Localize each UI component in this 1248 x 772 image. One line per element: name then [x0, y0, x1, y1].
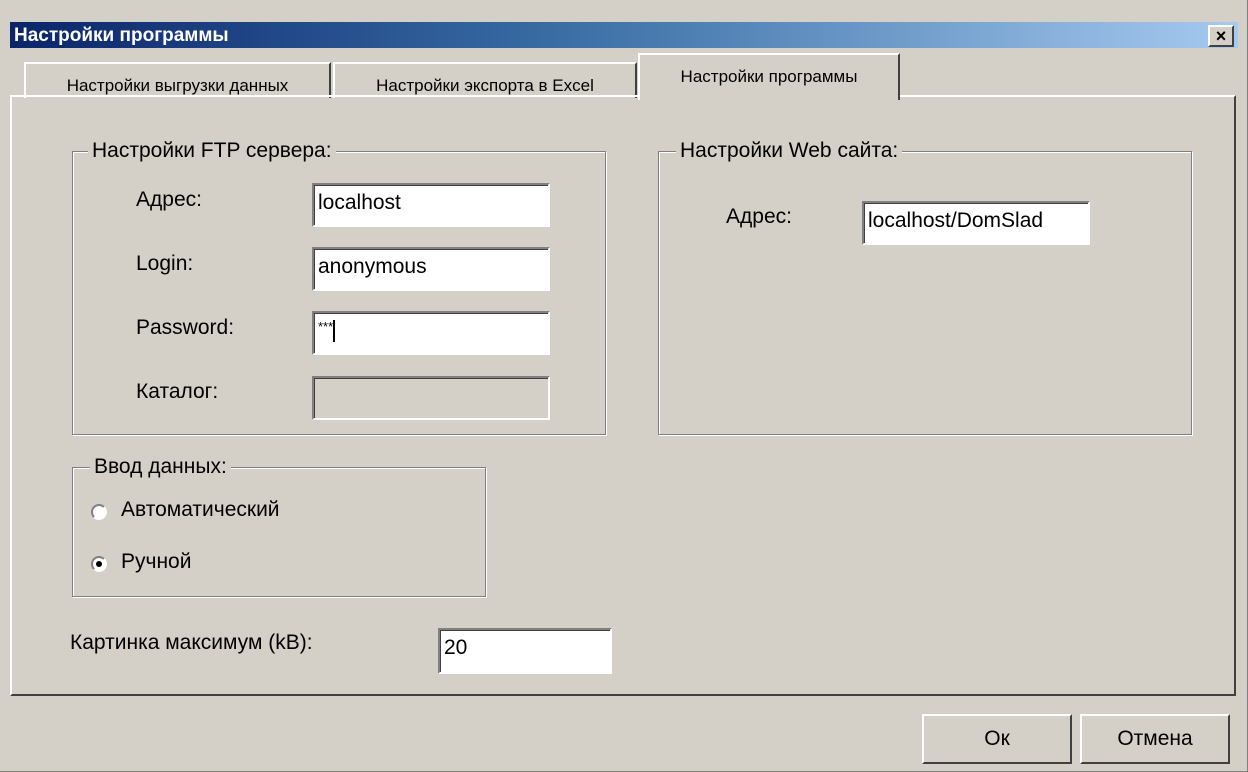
image-max-input[interactable]: 20	[438, 628, 612, 674]
ftp-group-title: Настройки FTP сервера:	[88, 139, 336, 163]
tab-label: Настройки программы	[680, 67, 858, 86]
ftp-password-label: Password:	[136, 316, 235, 339]
image-max-label: Картинка максимум (kB):	[70, 631, 313, 654]
text-caret	[333, 320, 336, 343]
web-settings-group	[658, 151, 1192, 435]
close-icon: ×	[1215, 26, 1227, 46]
title-bar[interactable]: Настройки программы	[10, 22, 1238, 48]
radio-automatic[interactable]	[91, 504, 107, 520]
tab-label: Настройки экспорта в Excel	[376, 76, 594, 95]
ftp-address-label: Адрес:	[136, 188, 202, 211]
settings-dialog: Настройки программы × Настройки выгрузки…	[0, 0, 1248, 772]
radio-automatic-label[interactable]: Автоматический	[121, 498, 280, 522]
tab-panel: Настройки FTP сервера: Адрес: localhost …	[10, 95, 1236, 696]
input-mode-title: Ввод данных:	[90, 455, 231, 479]
ftp-catalog-label: Каталог:	[136, 380, 219, 403]
radio-selected-dot	[96, 561, 102, 567]
tab-excel-export[interactable]: Настройки экспорта в Excel	[333, 62, 637, 98]
ftp-login-input[interactable]: anonymous	[312, 247, 550, 291]
ftp-catalog-input	[312, 376, 550, 420]
ok-button[interactable]: Ок	[922, 714, 1072, 764]
radio-manual[interactable]	[91, 556, 107, 572]
tab-program-settings[interactable]: Настройки программы	[638, 53, 900, 100]
ftp-address-input[interactable]: localhost	[312, 183, 550, 227]
web-group-title: Настройки Web сайта:	[676, 139, 903, 163]
ftp-login-label: Login:	[136, 252, 194, 275]
window-title: Настройки программы	[14, 25, 229, 46]
ftp-password-input[interactable]: ***	[312, 311, 550, 355]
password-value: ***	[318, 319, 334, 334]
web-address-label: Адрес:	[726, 205, 792, 228]
web-address-input[interactable]: localhost/DomSlad	[862, 201, 1090, 245]
close-button[interactable]: ×	[1208, 25, 1234, 47]
tab-data-export[interactable]: Настройки выгрузки данных	[24, 62, 331, 98]
radio-manual-label[interactable]: Ручной	[121, 550, 191, 574]
tab-label: Настройки выгрузки данных	[66, 76, 289, 95]
cancel-button[interactable]: Отмена	[1080, 714, 1230, 764]
input-mode-group	[72, 467, 486, 597]
